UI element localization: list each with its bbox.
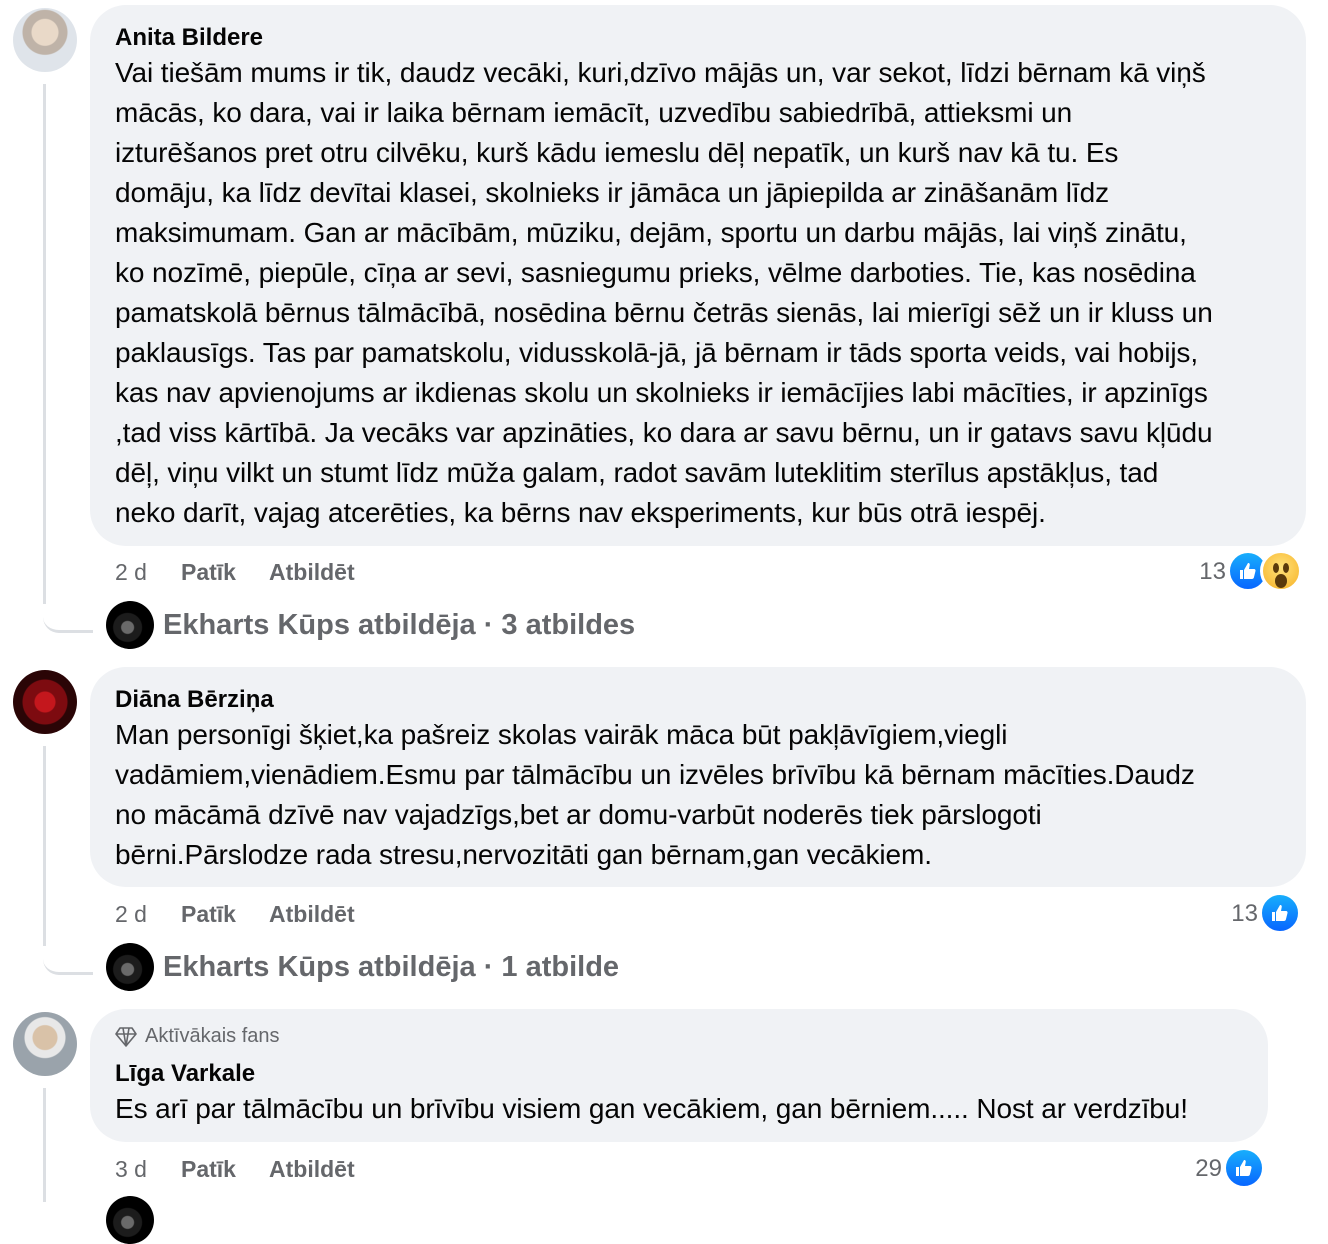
like-button[interactable]: Patīk xyxy=(181,1156,236,1183)
text-line: izturēšanos pret otru cilvēku, kurš kādu… xyxy=(115,137,1119,168)
reply-button[interactable]: Atbildēt xyxy=(269,1156,355,1183)
text-line: paklausīgs. Tas par pamatskolu, vidussko… xyxy=(115,337,1199,368)
comment-author[interactable]: Diāna Bērziņa xyxy=(115,686,274,714)
thread-line xyxy=(43,1088,46,1202)
avatar[interactable] xyxy=(13,670,77,734)
text-line: Man personīgi šķiet,ka pašreiz skolas va… xyxy=(115,719,1008,750)
thread-elbow xyxy=(43,932,93,975)
text-line: dēļ, viņu vilkt un stumt līdz mūža galam… xyxy=(115,457,1159,488)
timestamp[interactable]: 2 d xyxy=(115,901,147,928)
wow-reaction-icon[interactable] xyxy=(1260,550,1302,592)
text-line: neko darīt, vajag atcerēties, ka bērns n… xyxy=(115,497,1046,528)
like-button[interactable]: Patīk xyxy=(181,901,236,928)
replier-avatar[interactable] xyxy=(106,943,154,991)
timestamp[interactable]: 2 d xyxy=(115,559,147,586)
comment-author[interactable]: Līga Varkale xyxy=(115,1060,255,1088)
text-line: domāju, ka līdz devītai klasei, skolniek… xyxy=(115,177,1109,208)
view-replies-link[interactable]: Ekharts Kūps atbildēja · 1 atbilde xyxy=(163,951,619,984)
text-line: bērni.Pārslodze rada stresu,nervozitāti … xyxy=(115,839,932,870)
replier-avatar[interactable] xyxy=(106,1196,154,1244)
badge-label: Aktīvākais fans xyxy=(145,1025,280,1047)
avatar[interactable] xyxy=(13,1012,77,1076)
view-replies-link[interactable]: Ekharts Kūps atbildēja · 3 atbildes xyxy=(163,609,635,642)
reply-button[interactable]: Atbildēt xyxy=(269,901,355,928)
like-button[interactable]: Patīk xyxy=(181,559,236,586)
reply-button[interactable]: Atbildēt xyxy=(269,559,355,586)
text-line: maksimumam. Gan ar mācībām, mūziku, dejā… xyxy=(115,217,1187,248)
text-line: kas nav apvienojums ar ikdienas skolu un… xyxy=(115,377,1208,408)
text-line: pamatskolā bērnus tālmācībā, nosēdina bē… xyxy=(115,297,1213,328)
text-line: ,tad viss kārtībā. Ja vecāks var apzināt… xyxy=(115,417,1213,448)
text-line: vadāmiem,vienādiem.Esmu par tālmācību un… xyxy=(115,759,1195,790)
avatar[interactable] xyxy=(13,8,77,72)
comment-author[interactable]: Anita Bildere xyxy=(115,24,263,52)
text-line: ko nozīmē, piepūle, cīņa ar sevi, sasnie… xyxy=(115,257,1196,288)
text-line: no mācāmā dzīvē nav vajadzīgs,bet ar dom… xyxy=(115,799,1042,830)
reaction-count[interactable]: 13 xyxy=(1212,900,1258,928)
like-reaction-icon[interactable] xyxy=(1223,1147,1265,1189)
thread-line xyxy=(43,84,46,604)
reaction-count[interactable]: 29 xyxy=(1176,1155,1222,1183)
top-fan-badge[interactable]: Aktīvākais fans xyxy=(115,1025,280,1048)
diamond-icon xyxy=(115,1026,137,1047)
text-line: Vai tiešām mums ir tik, daudz vecāki, ku… xyxy=(115,57,1206,88)
thread-elbow xyxy=(43,590,93,633)
thread-line xyxy=(43,746,46,946)
timestamp[interactable]: 3 d xyxy=(115,1156,147,1183)
reaction-count[interactable]: 13 xyxy=(1180,558,1226,586)
replier-avatar[interactable] xyxy=(106,601,154,649)
text-line: Es arī par tālmācību un brīvību visiem g… xyxy=(115,1093,1188,1124)
text-line: mācās, ko dara, vai ir laika bērnam iemā… xyxy=(115,97,1073,128)
like-reaction-icon[interactable] xyxy=(1259,892,1301,934)
